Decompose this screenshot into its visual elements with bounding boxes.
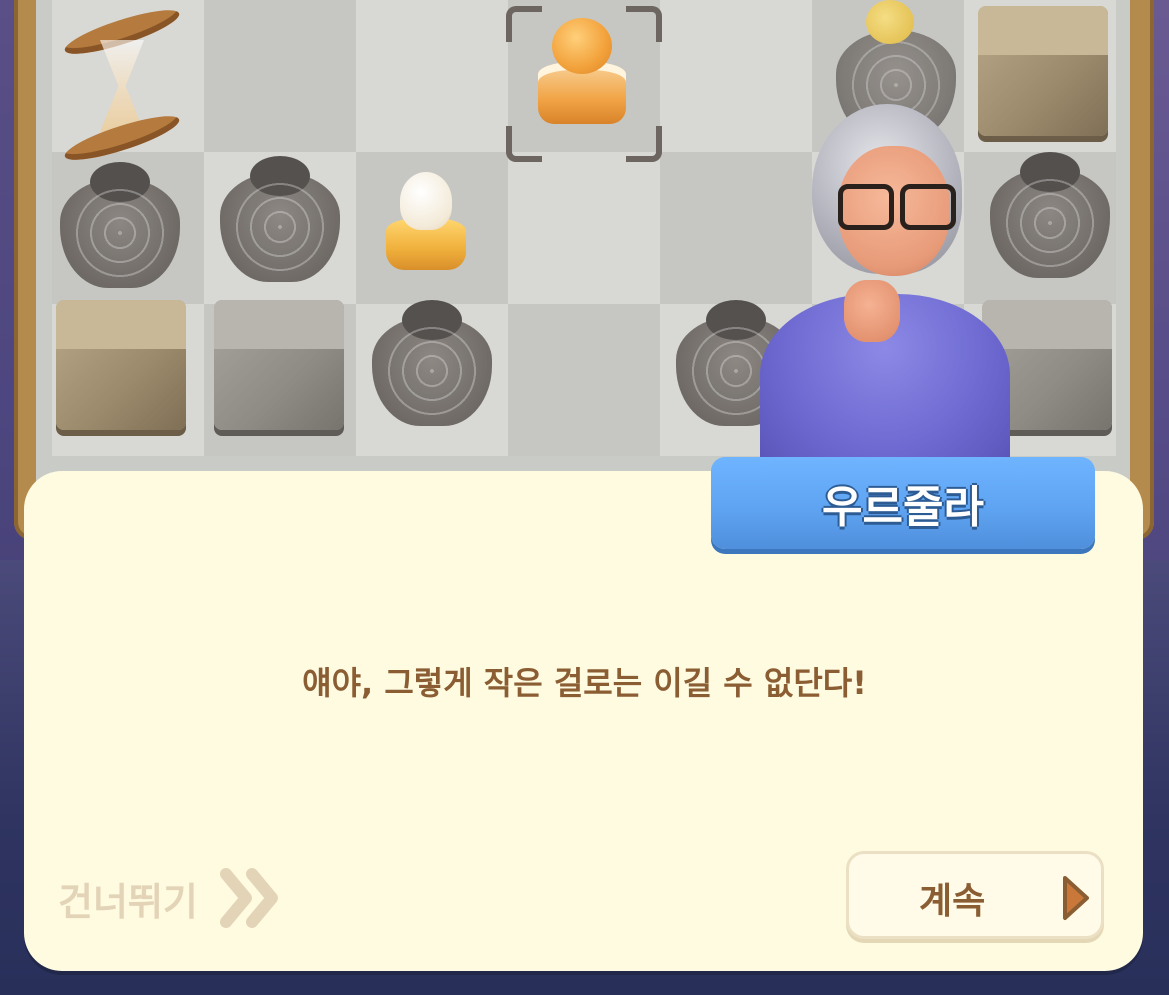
cream-tart-item[interactable] bbox=[386, 172, 466, 274]
board-cell[interactable] bbox=[204, 0, 356, 152]
double-chevron-right-icon bbox=[219, 868, 284, 928]
glasses-icon bbox=[838, 184, 958, 230]
hourglass-glass bbox=[100, 40, 144, 132]
play-triangle-icon bbox=[1059, 872, 1093, 928]
cobweb-cake-item[interactable] bbox=[220, 156, 340, 282]
board-cell[interactable] bbox=[508, 304, 660, 456]
speaker-name-tag: 우르줄라 bbox=[711, 457, 1095, 549]
chick-cake-item[interactable] bbox=[836, 0, 956, 140]
continue-label: 계속 bbox=[919, 881, 986, 922]
cream-tart-cream bbox=[400, 172, 452, 230]
cobweb-cake-item[interactable] bbox=[60, 162, 180, 288]
board-cell[interactable] bbox=[356, 0, 508, 152]
character-ursula bbox=[760, 104, 1010, 474]
continue-button[interactable]: 계속 bbox=[846, 851, 1104, 939]
grey-box-item[interactable] bbox=[214, 300, 344, 430]
speaker-name: 우르줄라 bbox=[822, 482, 984, 533]
skip-button[interactable]: 건너뛰기 bbox=[58, 868, 284, 928]
character-hands bbox=[844, 280, 900, 342]
cobweb-cake-item[interactable] bbox=[372, 300, 492, 426]
chick-topper bbox=[866, 0, 914, 44]
board-cell[interactable] bbox=[508, 152, 660, 304]
skip-label: 건너뛰기 bbox=[58, 879, 198, 924]
dialog-message: 얘야, 그렇게 작은 걸로는 이길 수 없단다! bbox=[302, 664, 867, 702]
hourglass-item[interactable] bbox=[61, 2, 183, 168]
cardboard-box-item[interactable] bbox=[56, 300, 186, 430]
orange-cake-top bbox=[552, 18, 612, 74]
orange-cake-item[interactable] bbox=[538, 18, 626, 128]
